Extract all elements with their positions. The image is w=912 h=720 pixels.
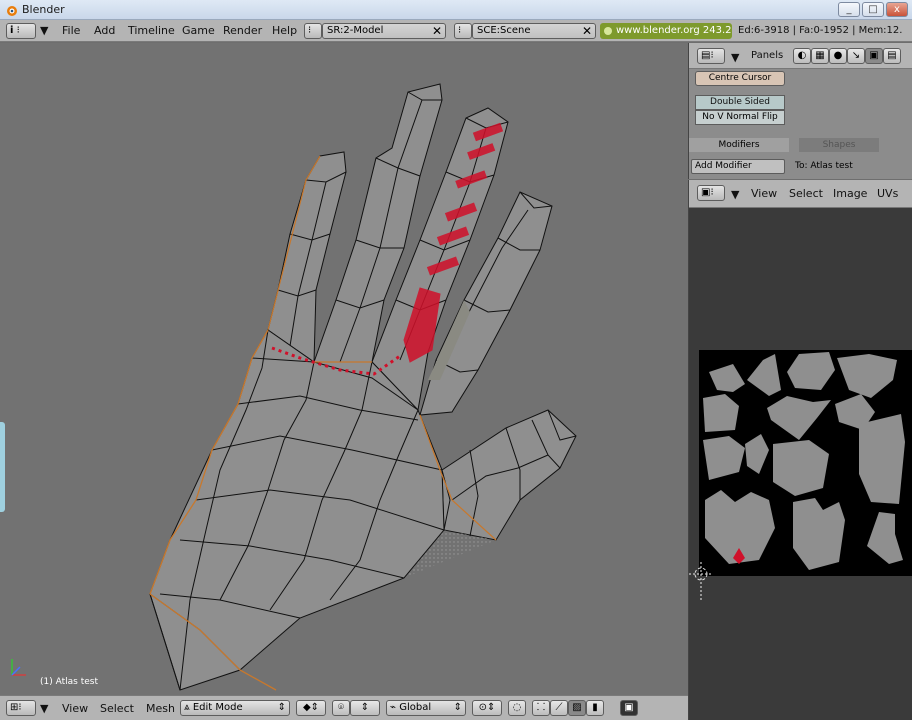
face-select-icon[interactable]: ▨ [568,700,586,716]
menu-help[interactable]: Help [272,24,297,37]
uv-islands [703,352,905,570]
3d-viewport[interactable]: (1) Atlas test [0,43,688,695]
window-title: Blender [22,3,65,16]
menu-select[interactable]: Select [100,702,134,715]
buttons-header: ▤⁝ ▼ Panels ◐ ▦ ● ↘ ▣ ▤ [689,43,912,69]
uv-editor-header: ▣⁝ ▼ View Select Image UVs [689,180,912,208]
hand-mesh-drawing [149,83,577,691]
uv-collapse-icon[interactable]: ▼ [731,188,739,201]
menu-file[interactable]: File [62,24,80,37]
buttons-window-type-button[interactable]: ▤⁝ [697,48,725,64]
maximize-button[interactable]: □ [862,2,884,17]
menu-view[interactable]: View [62,702,88,715]
delete-screen-icon[interactable]: ✕ [429,23,445,39]
3d-view-header: ⊞⁝ ▼ View Select Mesh ⩓ Edit Mode ⇕ ◆⇕ ⌾… [0,695,688,720]
menu-timeline[interactable]: Timeline [128,24,175,37]
image-editor-type-button[interactable]: ▣⁝ [697,185,725,201]
editing-context-icon[interactable]: ▣ [865,48,883,64]
tab-shapes[interactable]: Shapes [799,138,879,152]
menu-game[interactable]: Game [182,24,215,37]
tab-modifiers[interactable]: Modifiers [689,138,789,152]
uv-menu-uvs[interactable]: UVs [877,187,898,200]
window-controls: _ □ x [838,2,908,17]
shading-context-icon[interactable]: ● [829,48,847,64]
window-titlebar: Blender _ □ x [0,0,912,20]
info-icon: i [10,25,14,36]
edge-select-icon[interactable]: ⟋ [550,700,568,716]
vertex-select-icon[interactable]: ⸬ [532,700,550,716]
active-object-label: (1) Atlas test [40,677,98,687]
panels-label: Panels [751,50,784,61]
draw-type-dropdown[interactable]: ◆⇕ [296,700,326,716]
uv-layout-image[interactable] [699,350,912,576]
minimize-button[interactable]: _ [838,2,860,17]
orientation-arrow-icon: ⇕ [453,702,462,713]
bottom-collapse-icon[interactable]: ▼ [40,702,48,715]
object-context-icon[interactable]: ↘ [847,48,865,64]
uv-menu-select[interactable]: Select [789,187,823,200]
uv-menu-image[interactable]: Image [833,187,867,200]
render-preview-icon[interactable]: ▣ [620,700,638,716]
uv-menu-view[interactable]: View [751,187,777,200]
version-text: www.blender.org 243.2 [616,25,732,36]
manipulator-dropdown[interactable]: ⇕ [350,700,380,716]
menu-mesh[interactable]: Mesh [146,702,175,715]
scene-browse-button[interactable]: ⁝ [454,23,472,39]
orientation-icon: ⌁ [390,702,397,713]
info-header: i ⁝ ▼ File Add Timeline Game Render Help… [0,20,912,42]
centre-cursor-button[interactable]: Centre Cursor [695,71,785,86]
collapse-menu-triangle-icon[interactable]: ▼ [40,24,48,37]
buttons-window: ▤⁝ ▼ Panels ◐ ▦ ● ↘ ▣ ▤ Centre Cursor Do… [688,43,912,179]
pivot-icon[interactable]: ⌾ [332,700,350,716]
no-v-normal-flip-toggle[interactable]: No V Normal Flip [695,110,785,125]
mode-select-dropdown[interactable]: ⩓ Edit Mode ⇕ [180,700,290,716]
layers-dropdown[interactable]: ⊙⇕ [472,700,502,716]
script-context-icon[interactable]: ▦ [811,48,829,64]
occlude-geometry-icon[interactable]: ▮ [586,700,604,716]
screen-name-value: SR:2-Model [327,25,384,36]
screen-name-field[interactable]: SR:2-Model ✕ [322,23,446,39]
window-type-info-button[interactable]: i ⁝ [6,23,36,39]
mode-value: Edit Mode [192,702,243,713]
double-sided-toggle[interactable]: Double Sided [695,95,785,110]
scene-name-value: SCE:Scene [477,25,531,36]
2d-cursor-icon [689,562,713,600]
orientation-dropdown[interactable]: ⌁ Global ⇕ [386,700,466,716]
tab-modifiers-label: Modifiers [718,140,760,150]
proportional-edit-icon[interactable]: ◌ [508,700,526,716]
scene-name-field[interactable]: SCE:Scene ✕ [472,23,596,39]
screen-browse-button[interactable]: ⁝ [304,23,322,39]
blender-logo-icon [7,6,17,16]
tab-shapes-label: Shapes [822,140,856,150]
toolshelf-tab[interactable] [0,422,5,512]
3d-window-type-button[interactable]: ⊞⁝ [6,700,36,716]
scene-context-icon[interactable]: ▤ [883,48,901,64]
modifier-target-label: To: Atlas test [795,161,853,171]
panels-collapse-icon[interactable]: ▼ [731,51,739,64]
uv-image-editor[interactable]: ▣⁝ ▼ View Select Image UVs [688,180,912,720]
close-button[interactable]: x [886,2,908,17]
blender-version-link[interactable]: www.blender.org 243.2 [600,23,732,39]
status-dot-icon [604,27,612,35]
mode-icon: ⩓ [184,702,190,713]
logic-context-icon[interactable]: ◐ [793,48,811,64]
scene-stats: Ed:6-3918 | Fa:0-1952 | Mem:12. [738,25,903,36]
mode-dropdown-arrow-icon: ⇕ [277,702,286,713]
orientation-value: Global [399,702,432,713]
axis-gizmo-icon [11,659,26,676]
menu-add[interactable]: Add [94,24,115,37]
delete-scene-icon[interactable]: ✕ [579,23,595,39]
add-modifier-button[interactable]: Add Modifier [691,159,785,174]
menu-render[interactable]: Render [223,24,262,37]
